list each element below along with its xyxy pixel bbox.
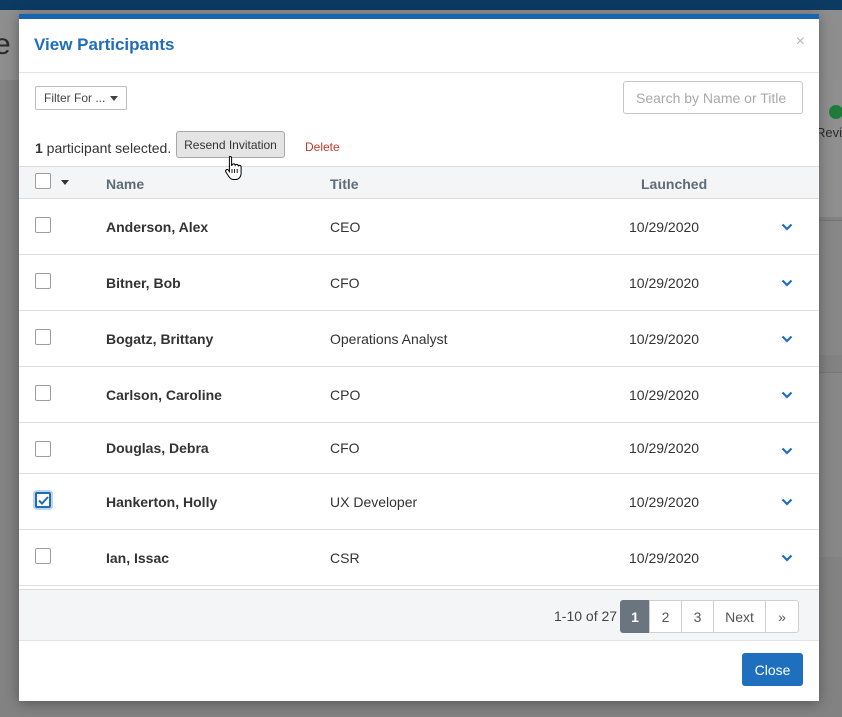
background-status-dot — [829, 105, 842, 119]
background-review-text: Revie — [816, 125, 842, 140]
participant-name: Ian, Issac — [106, 550, 170, 566]
participant-title: Operations Analyst — [330, 331, 448, 347]
background-right-panel — [819, 80, 842, 217]
row-checkbox[interactable] — [35, 548, 51, 564]
table-row[interactable]: Anderson, Alex CEO 10/29/2020 — [19, 199, 819, 255]
modal-header: View Participants × — [19, 19, 819, 73]
participant-launched-date: 10/29/2020 — [629, 275, 700, 291]
participant-name: Carlson, Caroline — [106, 387, 222, 403]
selected-count: 1 — [35, 140, 43, 156]
table-row[interactable]: Bogatz, Brittany Operations Analyst 10/2… — [19, 311, 819, 367]
page-button-1[interactable]: 1 — [620, 600, 650, 633]
chevron-down-icon[interactable] — [781, 332, 793, 346]
page-button-2[interactable]: 2 — [649, 600, 682, 633]
row-checkbox[interactable] — [35, 329, 51, 345]
page-button-3[interactable]: 3 — [681, 600, 714, 633]
selected-text: participant selected. — [42, 140, 172, 156]
select-all-checkbox[interactable] — [35, 173, 51, 189]
background-card — [819, 372, 842, 557]
participant-launched-date: 10/29/2020 — [629, 440, 700, 456]
table-row[interactable]: Hankerton, Holly UX Developer 10/29/2020 — [19, 474, 819, 530]
chevron-down-icon[interactable] — [781, 551, 793, 565]
checkmark-icon — [37, 495, 49, 505]
filter-label: Filter For ... — [44, 91, 106, 105]
row-checkbox[interactable] — [35, 273, 51, 289]
chevron-down-icon[interactable] — [781, 388, 793, 402]
participant-title: CPO — [330, 387, 361, 403]
row-checkbox[interactable] — [35, 217, 51, 233]
caret-down-icon — [110, 95, 119, 101]
modal-title: View Participants — [34, 35, 175, 54]
close-icon[interactable]: × — [796, 33, 805, 51]
selection-status: 1 participant selected. — [35, 140, 171, 156]
search-input[interactable] — [623, 81, 803, 114]
chevron-down-icon[interactable] — [781, 220, 793, 234]
background-heading-fragment: e — [0, 28, 11, 61]
participant-title: CFO — [330, 275, 360, 291]
participant-name: Douglas, Debra — [106, 440, 209, 456]
participant-name: Anderson, Alex — [106, 219, 209, 235]
chevron-down-icon[interactable] — [781, 495, 793, 509]
participant-launched-date: 10/29/2020 — [629, 219, 700, 235]
column-header-title[interactable]: Title — [330, 176, 359, 192]
table-row[interactable]: Ian, Issac CSR 10/29/2020 — [19, 530, 819, 586]
resend-invitation-button[interactable]: Resend Invitation — [176, 131, 285, 158]
participant-title: UX Developer — [330, 494, 418, 510]
last-page-button[interactable]: » — [765, 600, 799, 633]
participant-launched-date: 10/29/2020 — [629, 387, 700, 403]
hand-cursor-icon — [225, 155, 242, 180]
view-participants-modal: View Participants × Filter For ... 1 par… — [19, 14, 819, 701]
chevron-down-icon[interactable] — [781, 444, 793, 458]
participant-launched-date: 10/29/2020 — [629, 331, 700, 347]
filter-dropdown[interactable]: Filter For ... — [35, 86, 128, 110]
participant-launched-date: 10/29/2020 — [629, 550, 700, 566]
background-top-bar — [0, 0, 842, 10]
row-checkbox[interactable] — [35, 441, 51, 457]
delete-link[interactable]: Delete — [305, 140, 340, 154]
participant-title: CSR — [330, 550, 360, 566]
close-button[interactable]: Close — [742, 653, 803, 686]
table-row[interactable]: Bitner, Bob CFO 10/29/2020 — [19, 255, 819, 311]
select-options-caret-icon[interactable] — [61, 180, 69, 185]
pagination-info: 1-10 of 27 — [554, 608, 618, 624]
participant-launched-date: 10/29/2020 — [629, 494, 700, 510]
table-header: Name Title Launched — [19, 166, 819, 199]
row-checkbox[interactable] — [35, 385, 51, 401]
participant-name: Bitner, Bob — [106, 275, 181, 291]
table-row[interactable]: Douglas, Debra CFO 10/29/2020 — [19, 423, 819, 474]
pagination-bar: 1-10 of 27 1 2 3 Next » — [19, 589, 819, 641]
column-header-launched[interactable]: Launched — [641, 176, 707, 192]
participant-title: CEO — [330, 219, 361, 235]
background-card — [819, 220, 842, 355]
participant-title: CFO — [330, 440, 360, 456]
pagination: 1 2 3 Next » — [620, 600, 799, 633]
next-page-button[interactable]: Next — [713, 600, 766, 633]
row-checkbox[interactable] — [35, 492, 51, 508]
participant-name: Hankerton, Holly — [106, 494, 218, 510]
chevron-down-icon[interactable] — [781, 276, 793, 290]
participant-name: Bogatz, Brittany — [106, 331, 214, 347]
table-row[interactable]: Carlson, Caroline CPO 10/29/2020 — [19, 367, 819, 423]
column-header-name[interactable]: Name — [106, 176, 144, 192]
